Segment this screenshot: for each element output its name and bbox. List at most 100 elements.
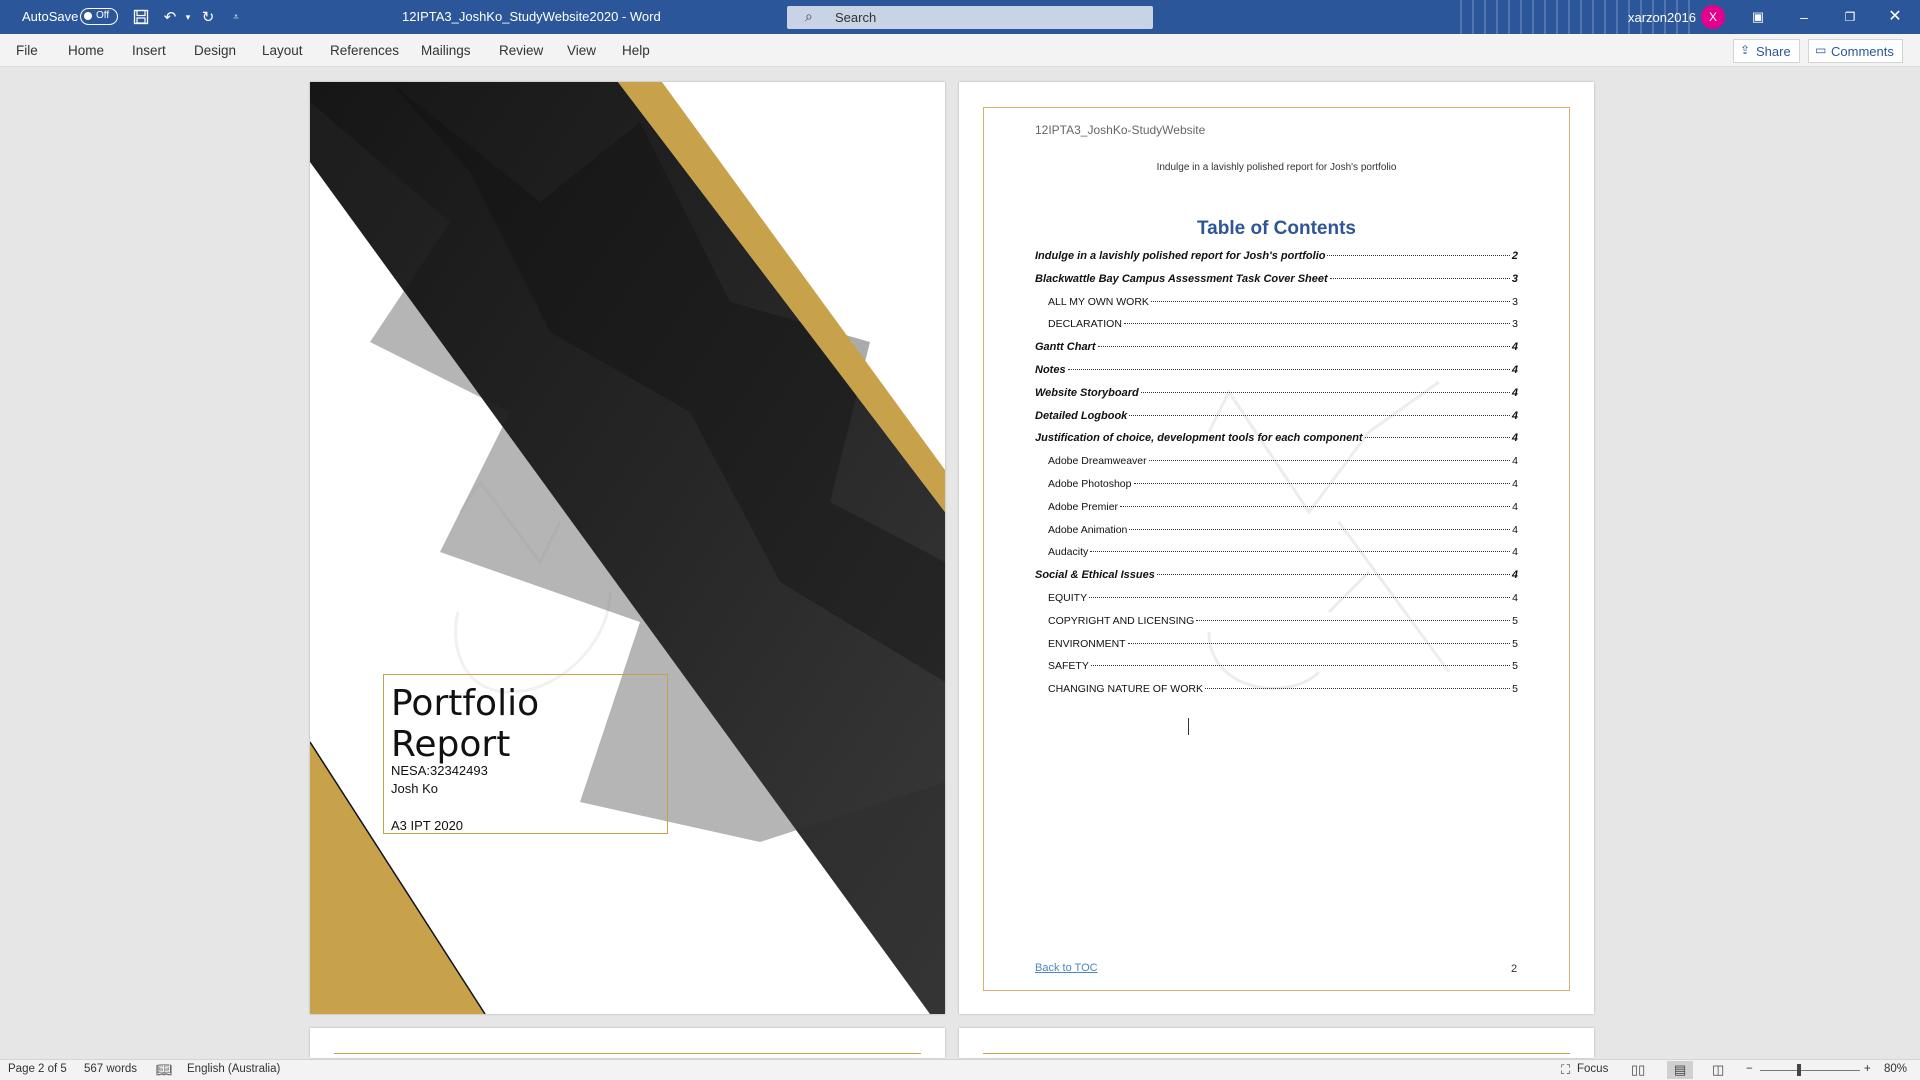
cover-title: Portfolio Report [391, 683, 540, 765]
tab-view[interactable]: View [567, 43, 596, 58]
page-info[interactable]: Page 2 of 5 [8, 1063, 67, 1075]
toc-entry[interactable]: Social & Ethical Issues 4 [1035, 569, 1518, 592]
table-of-contents: Indulge in a lavishly polished report fo… [1035, 250, 1518, 706]
focus-icon[interactable]: ⛶ [1561, 1062, 1570, 1078]
toc-entry[interactable]: DECLARATION 3 [1035, 318, 1518, 341]
toc-entry[interactable]: Indulge in a lavishly polished report fo… [1035, 250, 1518, 273]
zoom-out-icon[interactable]: − [1746, 1063, 1753, 1075]
autosave-toggle[interactable]: Off [80, 8, 118, 25]
toc-entry[interactable]: SAFETY 5 [1035, 660, 1518, 683]
toc-entry-page: 3 [1511, 272, 1518, 285]
toc-heading: Table of Contents [1196, 218, 1357, 239]
zoom-level[interactable]: 80% [1884, 1063, 1907, 1075]
text-cursor [1188, 718, 1189, 735]
user-name[interactable]: xarzon2016 [1628, 10, 1696, 25]
toc-entry-label: COPYRIGHT AND LICENSING [1048, 614, 1195, 627]
search-box[interactable]: ⌕ Search [787, 6, 1153, 29]
undo-dropdown-icon[interactable]: ▾ [178, 7, 198, 27]
toc-entry[interactable]: Adobe Premier 4 [1035, 501, 1518, 524]
undo-icon[interactable]: ↶ [160, 7, 180, 27]
minimize-icon[interactable]: – [1793, 6, 1815, 28]
toc-entry[interactable]: Justification of choice, development too… [1035, 432, 1518, 455]
share-button[interactable]: ⇪ Share [1733, 39, 1800, 63]
comments-button[interactable]: ▭ Comments [1808, 39, 1903, 63]
zoom-in-icon[interactable]: + [1864, 1063, 1871, 1075]
toc-entry[interactable]: EQUITY 4 [1035, 592, 1518, 615]
toc-entry-page: 4 [1512, 591, 1518, 604]
page-number: 2 [1511, 963, 1518, 975]
zoom-slider[interactable] [1760, 1070, 1860, 1071]
toc-entry-label: ENVIRONMENT [1048, 637, 1126, 650]
toc-entry-page: 5 [1512, 637, 1518, 650]
toc-entry-page: 4 [1512, 546, 1518, 559]
toc-entry[interactable]: ALL MY OWN WORK 3 [1035, 296, 1518, 319]
toc-entry[interactable]: Notes 4 [1035, 364, 1518, 387]
toc-entry-page: 4 [1511, 386, 1518, 399]
redo-icon[interactable]: ↻ [198, 7, 218, 27]
toc-entry[interactable]: Audacity 4 [1035, 546, 1518, 569]
toc-entry-label: Website Storyboard [1035, 386, 1139, 399]
search-placeholder: Search [835, 10, 877, 25]
word-count[interactable]: 567 words [84, 1063, 137, 1075]
tab-help[interactable]: Help [622, 43, 650, 58]
toc-entry-page: 4 [1511, 363, 1518, 376]
share-label: Share [1756, 44, 1791, 59]
toc-entry[interactable]: Adobe Photoshop 4 [1035, 478, 1518, 501]
toc-entry-page: 4 [1511, 432, 1518, 445]
toc-entry[interactable]: ENVIRONMENT 5 [1035, 638, 1518, 661]
restore-icon[interactable]: ❐ [1839, 6, 1861, 28]
toc-entry[interactable]: Detailed Logbook 4 [1035, 410, 1518, 433]
tab-layout[interactable]: Layout [262, 43, 303, 58]
ribbon-display-options-icon[interactable]: ▣ [1747, 6, 1769, 28]
cover-page[interactable]: Portfolio Report NESA:32342493 Josh Ko A… [310, 82, 945, 1014]
toc-entry[interactable]: Adobe Animation 4 [1035, 524, 1518, 547]
toc-entry[interactable]: Blackwattle Bay Campus Assessment Task C… [1035, 273, 1518, 296]
cover-artwork [310, 82, 945, 1014]
toc-entry-label: CHANGING NATURE OF WORK [1048, 683, 1203, 696]
toc-entry[interactable]: Website Storyboard 4 [1035, 387, 1518, 410]
toc-entry-page: 4 [1512, 455, 1518, 468]
search-icon: ⌕ [805, 8, 813, 24]
save-icon[interactable] [131, 7, 151, 27]
avatar[interactable]: X [1701, 5, 1725, 29]
customize-toolbar-icon[interactable]: ⩡ [226, 7, 246, 27]
toc-entry-label: Social & Ethical Issues [1035, 569, 1155, 582]
tab-file[interactable]: File [16, 43, 38, 58]
focus-label[interactable]: Focus [1577, 1063, 1608, 1075]
close-icon[interactable]: ✕ [1884, 6, 1906, 28]
toc-entry-page: 4 [1511, 341, 1518, 354]
toc-entry[interactable]: Adobe Dreamweaver 4 [1035, 455, 1518, 478]
toc-entry-page: 5 [1512, 683, 1518, 696]
toc-entry[interactable]: CHANGING NATURE OF WORK 5 [1035, 683, 1518, 706]
toc-entry-label: Notes [1035, 363, 1066, 376]
tab-mailings[interactable]: Mailings [421, 43, 471, 58]
page-3[interactable] [310, 1028, 945, 1058]
zoom-slider-thumb[interactable] [1797, 1064, 1801, 1076]
toc-page[interactable]: 12IPTA3_JoshKo-StudyWebsite Indulge in a… [959, 82, 1594, 1014]
cover-title-box[interactable]: Portfolio Report NESA:32342493 Josh Ko A… [383, 674, 668, 834]
tab-home[interactable]: Home [68, 43, 104, 58]
proofing-icon[interactable]: 📖︎ [156, 1062, 173, 1078]
page-border [334, 1053, 921, 1054]
toc-entry[interactable]: COPYRIGHT AND LICENSING 5 [1035, 615, 1518, 638]
language[interactable]: English (Australia) [187, 1063, 280, 1075]
back-to-toc-link[interactable]: Back to TOC [1035, 962, 1098, 974]
web-layout-icon[interactable]: ◫ [1712, 1062, 1724, 1078]
document-title: 12IPTA3_JoshKo_StudyWebsite2020 - Word [402, 9, 661, 24]
read-mode-icon[interactable]: ▯▯ [1631, 1062, 1645, 1078]
print-layout-icon[interactable]: ▤ [1674, 1062, 1686, 1078]
status-bar: Page 2 of 5 567 words 📖︎ English (Austra… [0, 1059, 1920, 1080]
toc-entry-page: 4 [1511, 569, 1518, 582]
toc-entry-label: DECLARATION [1048, 318, 1122, 331]
tab-insert[interactable]: Insert [132, 43, 166, 58]
page-4[interactable] [959, 1028, 1594, 1058]
tab-references[interactable]: References [330, 43, 399, 58]
toc-entry[interactable]: Gantt Chart 4 [1035, 341, 1518, 364]
comments-label: Comments [1831, 44, 1894, 59]
toc-entry-page: 3 [1512, 295, 1518, 308]
toc-entry-label: SAFETY [1048, 660, 1089, 673]
tab-design[interactable]: Design [194, 43, 236, 58]
toc-entry-label: Indulge in a lavishly polished report fo… [1035, 250, 1326, 262]
tab-review[interactable]: Review [499, 43, 543, 58]
cover-nesa: NESA:32342493 [391, 763, 488, 778]
